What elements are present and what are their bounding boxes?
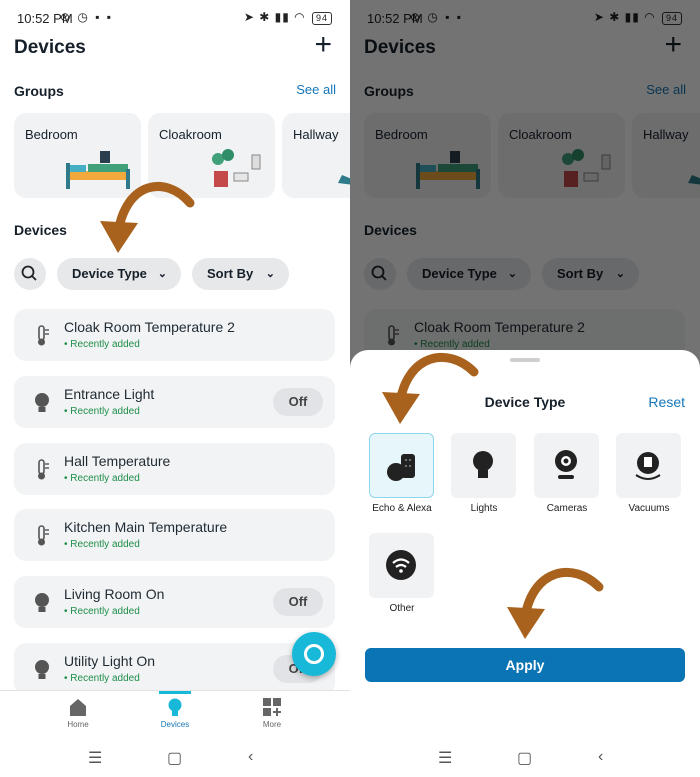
apply-button[interactable]: Apply bbox=[365, 648, 685, 682]
group-label: Bedroom bbox=[25, 127, 78, 142]
device-status: • Recently added bbox=[64, 406, 140, 417]
option-other[interactable] bbox=[369, 533, 434, 598]
group-label: Hallway bbox=[293, 127, 339, 142]
device-card[interactable]: Living Room On • Recently added Off bbox=[14, 576, 335, 628]
alexa-ring-icon bbox=[304, 644, 324, 664]
page-title: Devices bbox=[14, 37, 86, 58]
devices-heading: Devices bbox=[14, 222, 67, 238]
option-label: Cameras bbox=[546, 503, 588, 514]
system-navigation-bar: ☰ ▢ ‹ bbox=[350, 738, 700, 777]
annotation-arrow-icon bbox=[100, 182, 195, 253]
wifi-icon bbox=[386, 550, 416, 580]
reset-button[interactable]: Reset bbox=[648, 394, 685, 410]
group-label: Cloakroom bbox=[159, 127, 222, 142]
echo-speaker-icon bbox=[387, 454, 415, 481]
see-all-link[interactable]: See all bbox=[296, 82, 336, 97]
option-label: Echo & Alexa bbox=[372, 503, 432, 514]
sort-by-filter[interactable]: Sort By ⌄ bbox=[192, 258, 289, 290]
option-label: Other bbox=[389, 603, 415, 614]
chevron-down-icon: ⌄ bbox=[265, 268, 275, 280]
system-navigation-bar: ☰ ▢ ‹ bbox=[0, 738, 350, 777]
light-bulb-icon bbox=[35, 593, 49, 612]
device-status: • Recently added bbox=[64, 539, 140, 550]
option-cameras[interactable] bbox=[534, 433, 599, 498]
annotation-arrow-icon bbox=[382, 353, 479, 424]
device-card[interactable]: Utility Light On • Recently added Off bbox=[14, 643, 335, 695]
tab-more[interactable]: More bbox=[242, 697, 302, 729]
back-icon[interactable]: ‹ bbox=[248, 748, 253, 766]
camera-icon bbox=[555, 450, 577, 479]
option-label: Vacuums bbox=[628, 503, 670, 514]
sort-by-filter-label: Sort By bbox=[207, 266, 254, 281]
chevron-down-icon: ⌄ bbox=[157, 268, 167, 280]
device-status: • Recently added bbox=[64, 673, 140, 684]
device-type-filter[interactable]: Device Type ⌄ bbox=[57, 258, 181, 290]
light-bulb-icon bbox=[35, 393, 49, 412]
search-icon bbox=[21, 265, 37, 281]
plant-illustration-icon bbox=[212, 149, 261, 187]
device-name: Cloak Room Temperature 2 bbox=[64, 319, 235, 335]
tab-label: Home bbox=[67, 720, 89, 729]
recents-icon[interactable]: ☰ bbox=[88, 748, 102, 768]
search-button[interactable] bbox=[14, 258, 46, 290]
device-status: • Recently added bbox=[64, 339, 140, 350]
notification-icons: ⊘ ◷ ▪ ▪ bbox=[60, 10, 114, 24]
sheet-drag-handle[interactable] bbox=[510, 358, 540, 362]
option-label: Lights bbox=[470, 503, 498, 514]
thermometer-icon bbox=[38, 525, 49, 546]
active-tab-indicator bbox=[159, 691, 191, 694]
power-toggle-button[interactable]: Off bbox=[273, 388, 323, 416]
device-name: Hall Temperature bbox=[64, 453, 171, 469]
device-card[interactable]: Kitchen Main Temperature • Recently adde… bbox=[14, 509, 335, 561]
tab-label: More bbox=[262, 720, 282, 729]
device-name: Kitchen Main Temperature bbox=[64, 519, 228, 535]
annotation-arrow-icon bbox=[507, 568, 604, 639]
device-name: Living Room On bbox=[64, 586, 165, 602]
group-card-hallway[interactable]: Hallway bbox=[282, 113, 350, 198]
back-icon[interactable]: ‹ bbox=[598, 748, 603, 766]
power-toggle-button[interactable]: Off bbox=[273, 588, 323, 616]
option-lights[interactable] bbox=[451, 433, 516, 498]
battery-icon: 94 bbox=[311, 12, 332, 25]
device-type-sheet-screen: 10:52 PM ⊘ ◷ ▪ ▪ ➤ ✱ ▮▮ ◠ 94 Devices + G… bbox=[350, 0, 700, 777]
status-bar: 10:52 PM ⊘ ◷ ▪ ▪ ➤ ✱ ▮▮ ◠ 94 bbox=[0, 0, 350, 34]
tab-home[interactable]: Home bbox=[48, 697, 108, 729]
home-circle-icon[interactable]: ▢ bbox=[167, 748, 182, 768]
option-vacuums[interactable] bbox=[616, 433, 681, 498]
alexa-voice-button[interactable] bbox=[292, 632, 336, 676]
device-card[interactable]: Cloak Room Temperature 2 • Recently adde… bbox=[14, 309, 335, 361]
grid-plus-icon bbox=[263, 698, 281, 716]
recents-icon[interactable]: ☰ bbox=[438, 748, 452, 768]
add-device-button[interactable]: + bbox=[314, 30, 332, 60]
thermometer-icon bbox=[38, 459, 49, 480]
device-name: Entrance Light bbox=[64, 386, 155, 402]
system-status-icons: ➤ ✱ ▮▮ ◠ 94 bbox=[244, 10, 332, 25]
groups-heading: Groups bbox=[14, 83, 64, 99]
device-type-filter-label: Device Type bbox=[72, 266, 147, 281]
home-circle-icon[interactable]: ▢ bbox=[517, 748, 532, 768]
device-status: • Recently added bbox=[64, 606, 140, 617]
home-icon bbox=[70, 699, 86, 716]
devices-bulb-icon bbox=[168, 698, 182, 716]
light-bulb-icon bbox=[35, 660, 49, 679]
tab-devices[interactable]: Devices bbox=[145, 697, 205, 729]
device-status: • Recently added bbox=[64, 473, 140, 484]
device-card[interactable]: Hall Temperature • Recently added bbox=[14, 443, 335, 495]
devices-screen: 10:52 PM ⊘ ◷ ▪ ▪ ➤ ✱ ▮▮ ◠ 94 Devices + G… bbox=[0, 0, 350, 777]
device-name: Utility Light On bbox=[64, 653, 156, 669]
thermometer-icon bbox=[38, 325, 49, 346]
option-echo-alexa[interactable] bbox=[369, 433, 434, 498]
tab-label: Devices bbox=[160, 720, 190, 729]
shoe-illustration-icon bbox=[338, 175, 350, 185]
vacuum-icon bbox=[635, 452, 661, 480]
device-card[interactable]: Entrance Light • Recently added Off bbox=[14, 376, 335, 428]
bottom-navigation: Home Devices More bbox=[0, 690, 350, 738]
light-bulb-icon bbox=[473, 451, 493, 478]
